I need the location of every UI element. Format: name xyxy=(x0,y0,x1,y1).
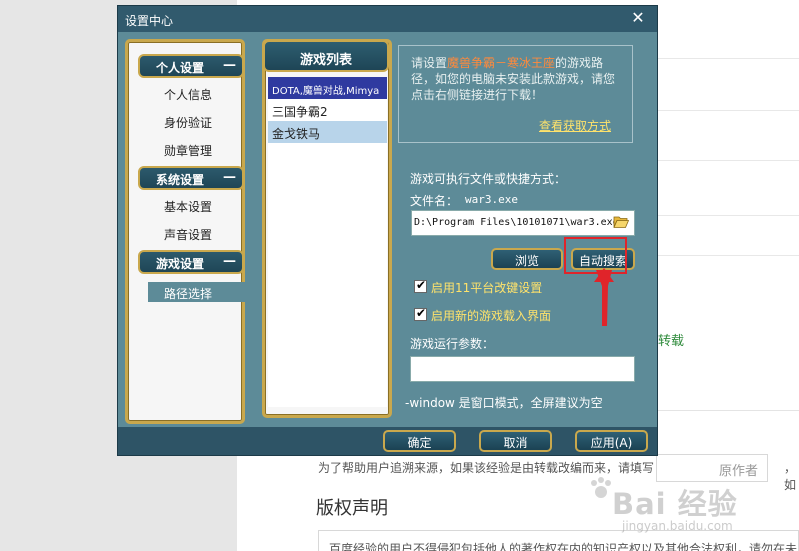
watermark-url: jingyan.baidu.com xyxy=(622,519,733,533)
settings-nav-panel: 个人设置 — 个人信息 身份验证 勋章管理 系统设置 — 基本设置 声音设置 游… xyxy=(125,39,246,424)
nav-item-medal-management[interactable]: 勋章管理 xyxy=(164,142,212,159)
ok-button[interactable]: 确定 xyxy=(383,430,456,452)
category-label: 游戏设置 xyxy=(156,257,205,271)
divider xyxy=(655,58,799,59)
loading-screen-checkbox-label[interactable]: 启用新的游戏载入界面 xyxy=(431,307,551,324)
nav-item-path-selection[interactable]: 路径选择 xyxy=(148,282,246,302)
info-game-name: 魔兽争霸－寒冰王座 xyxy=(447,56,556,70)
dialog-titlebar[interactable]: 设置中心 ✕ xyxy=(118,6,657,32)
filename-label: 文件名： xyxy=(410,194,459,208)
exe-label: 游戏可执行文件或快捷方式： xyxy=(410,172,567,186)
nav-item-identity-verification[interactable]: 身份验证 xyxy=(164,114,212,131)
game-list-item[interactable]: 三国争霸2 xyxy=(268,99,387,121)
category-game[interactable]: 游戏设置 — xyxy=(138,250,244,274)
category-label: 个人设置 xyxy=(156,61,205,75)
nav-item-personal-info[interactable]: 个人信息 xyxy=(164,86,212,103)
apply-button[interactable]: 应用(A) xyxy=(575,430,648,452)
minus-icon[interactable]: — xyxy=(223,58,236,73)
hotkey-setting-checkbox-label[interactable]: 启用11平台改键设置 xyxy=(431,279,542,296)
checkbox-checked-icon[interactable] xyxy=(414,278,427,293)
dialog-footer: 确定 取消 应用(A) xyxy=(118,427,657,455)
game-list: DOTA,魔兽对战,Mimya 三国争霸2 金戈铁马 xyxy=(268,77,387,407)
reprint-option-link[interactable]: 转载 xyxy=(658,330,684,349)
copyright-heading: 版权声明 xyxy=(316,498,388,519)
divider xyxy=(655,215,799,216)
category-label: 系统设置 xyxy=(156,173,205,187)
original-author-input[interactable]: 原作者 xyxy=(656,454,768,482)
download-info-link[interactable]: 查看获取方式 xyxy=(539,117,611,134)
game-list-item[interactable]: 金戈铁马 xyxy=(268,121,387,143)
divider xyxy=(655,160,799,161)
cancel-button[interactable]: 取消 xyxy=(479,430,552,452)
category-personal[interactable]: 个人设置 — xyxy=(138,54,244,78)
settings-dialog: 设置中心 ✕ 个人设置 — 个人信息 身份验证 勋章管理 系统设置 — 基本设置… xyxy=(117,5,658,456)
source-prompt-text: 为了帮助用户追溯来源，如果该经验是由转载改编而来，请填写 xyxy=(318,461,655,475)
dialog-body: 个人设置 — 个人信息 身份验证 勋章管理 系统设置 — 基本设置 声音设置 游… xyxy=(118,32,657,427)
nav-item-sound-settings[interactable]: 声音设置 xyxy=(164,226,212,243)
params-label: 游戏运行参数： xyxy=(410,337,495,351)
filename-value: war3.exe xyxy=(465,193,518,206)
checkbox-checked-icon[interactable] xyxy=(414,306,427,321)
browse-button[interactable]: 浏览 xyxy=(491,248,563,270)
minus-icon[interactable]: — xyxy=(223,254,236,269)
nav-item-basic-settings[interactable]: 基本设置 xyxy=(164,198,212,215)
minus-icon[interactable]: — xyxy=(223,170,236,185)
params-hint: -window 是窗口模式，全屏建议为空 xyxy=(405,396,603,410)
category-system[interactable]: 系统设置 — xyxy=(138,166,244,190)
game-params-input[interactable] xyxy=(410,356,635,382)
baidu-watermark: Bai 经验 xyxy=(612,487,738,521)
game-path-input[interactable]: D:\Program Files\10101071\war3.exe xyxy=(411,210,635,236)
game-list-item[interactable]: DOTA,魔兽对战,Mimya xyxy=(268,77,387,99)
close-icon[interactable]: ✕ xyxy=(628,8,648,28)
red-arrow-annotation xyxy=(594,268,614,326)
paw-icon xyxy=(591,477,611,498)
divider xyxy=(655,110,799,111)
info-prefix: 请设置 xyxy=(411,56,448,70)
dialog-title: 设置中心 xyxy=(125,14,174,28)
game-list-header: 游戏列表 xyxy=(263,40,389,72)
source-prompt-suffix: ，如 xyxy=(784,461,797,492)
copyright-text-box: 百度经验的用户不得侵犯包括他人的著作权在内的知识产权以及其他合法权利，请勿在未 xyxy=(318,530,799,551)
folder-open-icon[interactable] xyxy=(613,215,629,229)
divider xyxy=(655,255,799,256)
